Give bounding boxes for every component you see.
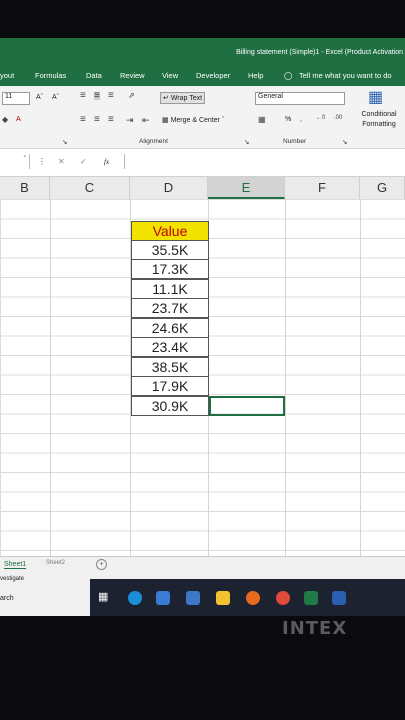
increase-decimal-icon[interactable]: ←0 [316,114,325,122]
file-explorer-icon[interactable] [216,591,230,605]
wrap-text-button[interactable]: ↵ Wrap Text [160,92,206,104]
menu-data[interactable]: Data [86,71,102,80]
conditional-formatting-icon: ▦ [368,89,384,106]
number-format-select[interactable]: General [255,92,345,105]
device-brand-logo: INTEX [282,618,348,639]
align-bottom-icon[interactable]: ≡ [108,91,114,101]
cell-value[interactable]: 35.5K [131,240,209,260]
cell-value[interactable]: 23.4K [131,337,209,357]
font-color-icon[interactable]: A [16,116,21,123]
cell-value[interactable]: 23.7K [131,298,209,318]
alignment-group-label: Alignment [139,138,168,145]
chrome-icon[interactable] [276,591,290,605]
task-view-icon[interactable]: ▦ [98,592,108,603]
fill-color-icon[interactable]: ◆ [2,116,8,124]
cell-value[interactable]: 24.6K [131,318,209,338]
name-box[interactable]: ˇ [0,154,30,169]
word-icon[interactable] [332,591,346,605]
align-right-icon[interactable]: ≡ [108,115,114,125]
increase-font-icon[interactable]: Aˆ [36,94,43,101]
enter-icon[interactable]: ✓ [80,158,87,166]
menu-help[interactable]: Help [248,71,263,80]
conditional-formatting-button[interactable]: Conditional Formatting [356,110,402,130]
tell-me-box[interactable]: Tell me what you want to do [299,71,392,80]
number-group-label: Number [283,138,307,145]
search-text: arch [0,595,14,602]
menu-review[interactable]: Review [120,71,145,80]
firefox-icon[interactable] [246,591,260,605]
number-dialog-launcher-icon[interactable]: ↘ [342,138,347,146]
window-title: Billing statement (Simple)1 - Excel (Pro… [236,49,403,56]
menu-view[interactable]: View [162,71,178,80]
merge-center-button[interactable]: ▦ Merge & Center ˇ [162,116,224,124]
cell-d-header[interactable]: Value [131,221,209,241]
menu-bar: yout Formulas Data Review View Developer… [0,64,405,86]
edge-icon[interactable] [128,591,142,605]
tab-sheet2[interactable]: Sheet2 [46,560,65,566]
cell-value[interactable]: 38.5K [131,357,209,377]
column-header-f[interactable]: F [285,177,360,199]
font-dialog-launcher-icon[interactable]: ↘ [62,138,67,146]
chevron-down-icon: ˇ [221,117,225,124]
formula-bar: ˇ ⋮ ✕ ✓ fx [0,150,405,177]
column-divider [360,199,361,559]
indent-icon[interactable]: ⇥ [126,116,134,125]
percent-button[interactable]: % [285,116,291,123]
menu-developer[interactable]: Developer [196,71,230,80]
active-cell[interactable] [209,396,285,416]
comma-icon[interactable]: , [300,116,302,124]
outdent-icon[interactable]: ⇤ [142,116,150,125]
cell-value[interactable]: 17.9K [131,376,209,396]
insert-function-icon[interactable]: fx [104,158,109,166]
currency-icon[interactable]: ▦ [258,116,266,124]
merge-icon: ▦ [162,117,169,124]
add-sheet-icon[interactable]: + [96,559,107,570]
cancel-icon[interactable]: ✕ [58,158,65,166]
column-header-c[interactable]: C [50,177,130,199]
wrap-text-icon: ↵ [163,95,169,102]
alignment-dialog-launcher-icon[interactable]: ↘ [244,138,249,146]
align-middle-icon[interactable]: ≡ [94,91,100,101]
tab-sheet1[interactable]: Sheet1 [4,561,27,569]
excel-window: Billing statement (Simple)1 - Excel (Pro… [0,38,405,616]
mail-icon[interactable] [186,591,200,605]
decrease-decimal-icon[interactable]: .00 [334,114,342,122]
cell-value[interactable]: 30.9K [131,396,209,416]
formula-input[interactable] [124,154,405,169]
cell-value[interactable]: 17.3K [131,259,209,279]
column-divider [285,199,286,559]
align-left-icon[interactable]: ≡ [80,115,86,125]
cell-value[interactable]: 11.1K [131,279,209,299]
align-top-icon[interactable]: ≡ [80,91,86,101]
chevron-down-icon: ˇ [23,156,26,163]
ribbon: 11 Aˆ Aˇ A ◆ ≡ ≡ ≡ ⇗ ≡ ≡ ≡ ⇥ ⇤ ↵ Wrap Te… [0,86,405,149]
menu-layout[interactable]: yout [0,71,14,80]
windows-taskbar: ▦ [90,579,405,616]
column-header-d[interactable]: D [130,177,208,199]
lightbulb-icon: ◯ [284,71,293,80]
title-bar: Billing statement (Simple)1 - Excel (Pro… [0,38,405,64]
column-header-g[interactable]: G [360,177,405,199]
excel-icon[interactable] [304,591,318,605]
orientation-icon[interactable]: ⇗ [128,92,135,100]
column-header-b[interactable]: B [0,177,50,199]
column-divider [50,199,51,559]
decrease-font-icon[interactable]: Aˇ [52,94,59,101]
menu-formulas[interactable]: Formulas [35,71,66,80]
store-icon[interactable] [156,591,170,605]
column-header-row: B C D E F G [0,177,405,200]
column-header-e[interactable]: E [208,177,285,199]
status-text: vestigate [0,576,25,582]
more-icon: ⋮ [38,157,46,166]
font-size-select[interactable]: 11 [2,92,30,105]
align-center-icon[interactable]: ≡ [94,115,100,125]
